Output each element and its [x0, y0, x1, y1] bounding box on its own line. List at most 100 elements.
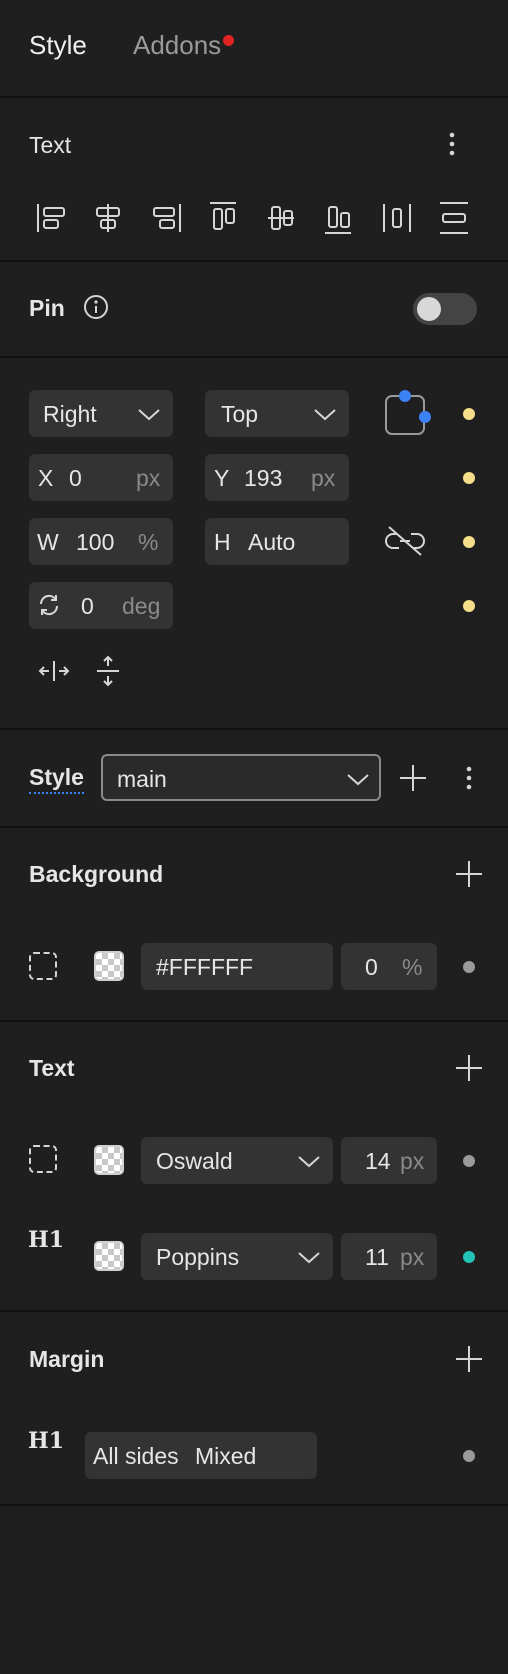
y-unit: px	[311, 465, 336, 491]
align-center-v-icon[interactable]	[268, 206, 294, 230]
chevron-down-icon	[347, 774, 369, 786]
properties-panel: Style Addons Text Pin Right Top X 0 px Y…	[0, 0, 508, 1674]
rotation-unit: deg	[122, 593, 161, 619]
stretch-vertical-icon[interactable]	[95, 655, 121, 687]
margin-sides-label: All sides	[93, 1443, 179, 1469]
vertical-anchor-value: Top	[221, 401, 259, 427]
font-size-field[interactable]: 11 px	[341, 1233, 437, 1280]
font-family-select[interactable]: Oswald	[141, 1137, 333, 1184]
tab-bar: Style Addons	[0, 0, 508, 98]
add-margin-button[interactable]	[455, 1345, 483, 1373]
chevron-down-icon	[298, 1156, 320, 1168]
y-field[interactable]: Y 193 px	[205, 454, 349, 501]
font-size-unit: px	[400, 1148, 425, 1174]
align-bottom-icon[interactable]	[325, 206, 351, 234]
y-value: 193	[244, 465, 283, 491]
h1-tag: H1	[28, 1227, 65, 1253]
chevron-down-icon	[138, 409, 160, 421]
align-center-h-icon[interactable]	[96, 204, 120, 232]
font-family-value: Oswald	[156, 1148, 233, 1174]
text-alignment-section: Text	[0, 98, 508, 262]
margin-value: Mixed	[195, 1443, 257, 1469]
align-row	[36, 201, 476, 235]
background-color-field[interactable]: #FFFFFF	[141, 943, 333, 990]
keyframe-dot[interactable]	[463, 961, 475, 973]
state-selector-icon[interactable]	[29, 952, 57, 980]
font-size-field[interactable]: 14 px	[341, 1137, 437, 1184]
position-section: Right Top X 0 px Y 193 px W 100 % H Auto…	[0, 358, 508, 730]
background-section: Background #FFFFFF 0 %	[0, 828, 508, 1022]
font-family-select[interactable]: Poppins	[141, 1233, 333, 1280]
style-select-value: main	[117, 766, 167, 792]
margin-field[interactable]: All sides Mixed	[85, 1432, 317, 1479]
style-select[interactable]: main	[101, 754, 381, 801]
state-selector-icon[interactable]	[29, 1145, 57, 1173]
y-label: Y	[214, 465, 230, 491]
x-field[interactable]: X 0 px	[29, 454, 173, 501]
notification-badge	[223, 35, 234, 46]
background-opacity-value: 0	[365, 954, 378, 980]
pin-label: Pin	[29, 295, 65, 321]
info-icon[interactable]	[83, 294, 109, 320]
more-options-icon[interactable]	[444, 130, 460, 158]
chevron-down-icon	[298, 1252, 320, 1264]
x-value: 0	[69, 465, 82, 491]
keyframe-dot[interactable]	[463, 536, 475, 548]
background-opacity-unit: %	[402, 954, 423, 980]
keyframe-dot[interactable]	[463, 1155, 475, 1167]
font-size-unit: px	[400, 1244, 425, 1270]
color-swatch[interactable]	[94, 1241, 124, 1271]
style-label: Style	[29, 764, 84, 794]
margin-section: Margin H1 All sides Mixed	[0, 1312, 508, 1506]
x-label: X	[38, 465, 54, 491]
color-swatch[interactable]	[94, 1145, 124, 1175]
tab-addons[interactable]: Addons	[133, 30, 221, 61]
font-family-value: Poppins	[156, 1244, 240, 1270]
text-style-title: Text	[29, 1055, 75, 1081]
background-title: Background	[29, 861, 164, 887]
h-value: Auto	[248, 529, 296, 555]
x-unit: px	[136, 465, 161, 491]
pin-toggle[interactable]	[413, 293, 477, 325]
chevron-down-icon	[314, 409, 336, 421]
horizontal-anchor-select[interactable]: Right	[29, 390, 173, 437]
unlink-icon[interactable]	[385, 524, 425, 558]
font-size-value: 14	[365, 1148, 391, 1174]
horizontal-anchor-value: Right	[43, 401, 97, 427]
distribute-horizontal-icon[interactable]	[383, 204, 411, 232]
anchor-picker-icon[interactable]	[384, 388, 436, 438]
w-unit: %	[138, 529, 159, 555]
add-text-style-button[interactable]	[455, 1054, 483, 1082]
keyframe-dot[interactable]	[463, 1450, 475, 1462]
h-label: H	[214, 529, 231, 555]
rotate-icon	[39, 594, 59, 616]
keyframe-dot[interactable]	[463, 600, 475, 612]
add-style-button[interactable]	[399, 764, 427, 792]
font-size-value: 11	[365, 1244, 389, 1270]
text-style-section: Text Oswald 14 px H1 Poppins 11 px	[0, 1022, 508, 1312]
background-color-value: #FFFFFF	[156, 954, 254, 980]
rotation-field[interactable]: 0 deg	[29, 582, 173, 629]
align-right-icon[interactable]	[153, 204, 181, 232]
more-options-icon[interactable]	[461, 764, 477, 792]
add-background-button[interactable]	[455, 860, 483, 888]
toggle-knob	[417, 297, 441, 321]
background-opacity-field[interactable]: 0 %	[341, 943, 437, 990]
h-field[interactable]: H Auto	[205, 518, 349, 565]
stretch-horizontal-icon[interactable]	[38, 658, 70, 684]
w-label: W	[37, 529, 59, 555]
w-field[interactable]: W 100 %	[29, 518, 173, 565]
keyframe-dot[interactable]	[463, 1251, 475, 1263]
w-value: 100	[76, 529, 115, 555]
margin-title: Margin	[29, 1346, 105, 1372]
color-swatch[interactable]	[94, 951, 124, 981]
distribute-vertical-icon[interactable]	[440, 202, 468, 234]
align-left-icon[interactable]	[37, 204, 65, 232]
h1-tag: H1	[28, 1428, 65, 1454]
align-top-icon[interactable]	[210, 202, 236, 230]
vertical-anchor-select[interactable]: Top	[205, 390, 349, 437]
section-title-text: Text	[29, 132, 72, 158]
keyframe-dot[interactable]	[463, 408, 475, 420]
tab-style[interactable]: Style	[29, 30, 87, 61]
keyframe-dot[interactable]	[463, 472, 475, 484]
